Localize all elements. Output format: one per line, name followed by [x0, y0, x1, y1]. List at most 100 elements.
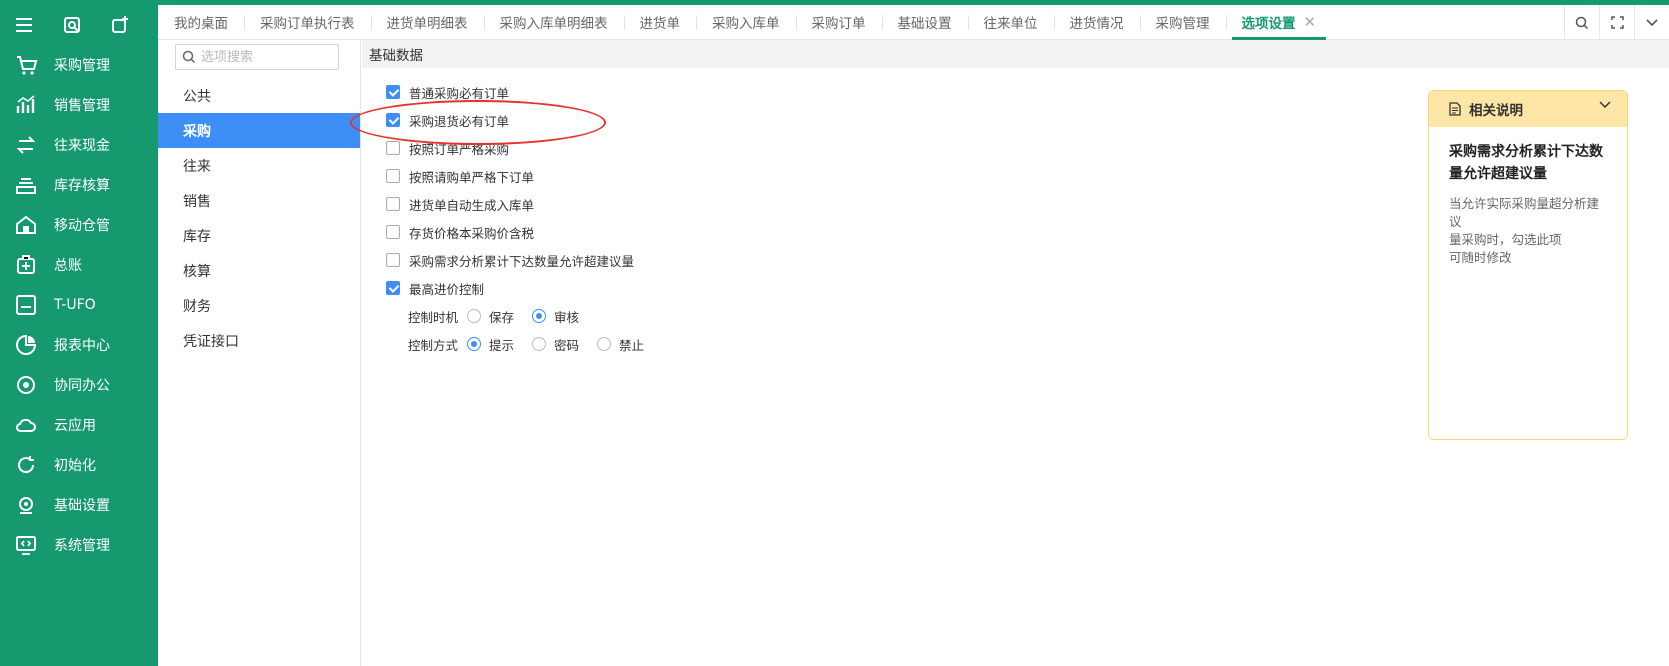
- mobile-warehouse-icon: [16, 215, 36, 234]
- note-desc-line: 可随时修改: [1449, 250, 1512, 265]
- section-header: 基础数据: [362, 40, 1669, 68]
- category-item[interactable]: 往来: [158, 148, 360, 183]
- radio-button[interactable]: [532, 309, 547, 323]
- category-item[interactable]: 销售: [158, 183, 360, 218]
- sidebar-item-label: 协同办公: [54, 378, 110, 394]
- option-checkbox[interactable]: [386, 225, 400, 239]
- sidebar-item-label: 云应用: [54, 418, 96, 434]
- radio-button[interactable]: [597, 337, 612, 351]
- category-item[interactable]: 核算: [158, 253, 360, 288]
- search-icon: [1575, 16, 1589, 29]
- sidebar-item-10[interactable]: 初始化: [0, 445, 158, 485]
- note-header-label: 相关说明: [1469, 103, 1523, 119]
- tab-label: 进货单明细表: [386, 16, 468, 32]
- exchange-icon: [16, 136, 36, 154]
- sidebar-item-label: 往来现金: [54, 138, 110, 154]
- ledger-icon: [17, 255, 35, 274]
- note-header[interactable]: 相关说明: [1429, 91, 1627, 127]
- more-tabs-button[interactable]: [1634, 5, 1669, 40]
- option-row[interactable]: 存货价格本采购价含税: [386, 218, 662, 246]
- option-checkbox[interactable]: [386, 141, 400, 155]
- search-tool-button[interactable]: [1564, 5, 1599, 40]
- sidebar-item-7[interactable]: 报表中心: [0, 325, 158, 365]
- sidebar-item-3[interactable]: 库存核算: [0, 165, 158, 205]
- radio-label: 密码: [554, 337, 580, 353]
- add-window-icon[interactable]: [110, 15, 130, 35]
- category-item[interactable]: 库存: [158, 218, 360, 253]
- refresh-icon: [18, 456, 35, 474]
- fullscreen-button[interactable]: [1599, 5, 1634, 40]
- control-timing-radio[interactable]: 保存: [467, 307, 514, 326]
- radio-label: 提示: [489, 337, 515, 353]
- option-row[interactable]: 最高进价控制: [386, 274, 662, 302]
- category-item[interactable]: 凭证接口: [158, 323, 360, 358]
- inventory-icon: [16, 178, 36, 194]
- tab-bar: 我的桌面 采购订单执行表 进货单明细表 采购入库单明细表 进货单 采购入库单 采购订单 基础设…: [158, 5, 1669, 40]
- sidebar-item-12[interactable]: 系统管理: [0, 525, 158, 565]
- menu-icon[interactable]: [14, 15, 34, 35]
- option-checkbox[interactable]: [386, 281, 400, 295]
- note-title: 采购需求分析累计下达数量允许超建议量: [1449, 144, 1603, 182]
- radio-button[interactable]: [532, 337, 547, 351]
- sidebar-item-4[interactable]: 移动仓管: [0, 205, 158, 245]
- option-row[interactable]: 采购需求分析累计下达数量允许超建议量: [386, 246, 662, 274]
- sidebar-item-0[interactable]: 采购管理: [0, 45, 158, 85]
- option-checkbox[interactable]: [386, 85, 400, 99]
- sidebar-item-2[interactable]: 往来现金: [0, 125, 158, 165]
- category-item[interactable]: 财务: [158, 288, 360, 323]
- tab-label: 进货单: [639, 16, 681, 32]
- control-method-radio[interactable]: 提示: [467, 335, 514, 354]
- tab-10[interactable]: 采购管理: [1139, 5, 1226, 40]
- sidebar-item-8[interactable]: 协同办公: [0, 365, 158, 405]
- control-method-radio[interactable]: 禁止: [597, 335, 644, 354]
- sidebar-item-label: 初始化: [54, 458, 96, 474]
- radio-label: 禁止: [619, 337, 645, 353]
- control-method-label: 控制方式: [408, 337, 459, 353]
- tab-label: 采购管理: [1155, 16, 1210, 32]
- tab-label: 基础设置: [897, 16, 952, 32]
- chevron-down-icon[interactable]: [1599, 101, 1611, 109]
- option-row[interactable]: 按照请购单严格下订单: [386, 162, 662, 190]
- tab-2[interactable]: 进货单明细表: [370, 5, 484, 40]
- tab-6[interactable]: 采购订单: [795, 5, 882, 40]
- radio-button[interactable]: [467, 337, 482, 351]
- control-method-row: 控制方式 提示 密码 禁止: [386, 330, 662, 358]
- option-checkbox[interactable]: [386, 169, 400, 183]
- option-checkbox[interactable]: [386, 253, 400, 267]
- sidebar-item-5[interactable]: 总账: [0, 245, 158, 285]
- note-desc-line: 量采购时，勾选此项: [1449, 232, 1562, 247]
- control-timing-radio[interactable]: 审核: [532, 307, 579, 326]
- sidebar-item-9[interactable]: 云应用: [0, 405, 158, 445]
- radio-button[interactable]: [467, 309, 482, 323]
- option-label: 普通采购必有订单: [409, 85, 510, 101]
- option-checkbox[interactable]: [386, 197, 400, 211]
- tab-4[interactable]: 进货单: [623, 5, 697, 40]
- tab-8[interactable]: 往来单位: [967, 5, 1054, 40]
- sidebar-item-11[interactable]: 基础设置: [0, 485, 158, 525]
- sidebar-item-6[interactable]: T-UFO: [0, 285, 158, 325]
- close-icon[interactable]: ✕: [1304, 13, 1317, 31]
- category-item[interactable]: 采购: [158, 113, 360, 148]
- tab-1[interactable]: 采购订单执行表: [244, 5, 371, 40]
- option-search-input[interactable]: [201, 49, 329, 65]
- note-description: 当允许实际采购量超分析建议 量采购时，勾选此项 可随时修改: [1429, 185, 1627, 267]
- sidebar-item-1[interactable]: 销售管理: [0, 85, 158, 125]
- tab-9[interactable]: 进货情况: [1053, 5, 1140, 40]
- tab-3[interactable]: 采购入库单明细表: [483, 5, 624, 40]
- tab-7[interactable]: 基础设置: [881, 5, 968, 40]
- cloud-icon: [16, 418, 36, 432]
- radio-label: 审核: [554, 309, 580, 325]
- refresh-search-icon[interactable]: [62, 15, 82, 35]
- collaboration-icon: [17, 376, 35, 394]
- ufo-icon: [16, 295, 36, 315]
- cart-icon: [17, 56, 38, 75]
- control-timing-label: 控制时机: [408, 309, 459, 325]
- option-row[interactable]: 进货单自动生成入库单: [386, 190, 662, 218]
- tab-11[interactable]: 选项设置 ✕: [1225, 5, 1333, 40]
- category-item[interactable]: 公共: [158, 78, 360, 113]
- tab-5[interactable]: 采购入库单: [696, 5, 796, 40]
- option-search-box[interactable]: [175, 44, 339, 70]
- tab-0[interactable]: 我的桌面: [158, 5, 244, 40]
- control-method-radio[interactable]: 密码: [532, 335, 579, 354]
- related-note-card: 相关说明 采购需求分析累计下达数量允许超建议量 当允许实际采购量超分析建议 量采…: [1428, 90, 1628, 440]
